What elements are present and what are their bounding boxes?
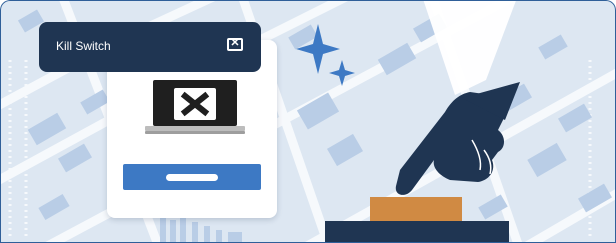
toggle-knob <box>166 174 218 181</box>
close-glyph: ✕ <box>230 37 240 49</box>
illustration-frame: Kill Switch ✕ <box>0 0 616 243</box>
kill-switch-toggle[interactable] <box>123 164 261 190</box>
button-base <box>325 221 509 243</box>
pointing-hand-icon <box>395 82 520 195</box>
laptop-icon <box>145 80 245 134</box>
panel-title: Kill Switch <box>56 39 111 53</box>
panel-titlebar: Kill Switch ✕ <box>39 22 261 72</box>
press-button <box>370 197 462 221</box>
close-icon[interactable]: ✕ <box>227 37 243 51</box>
